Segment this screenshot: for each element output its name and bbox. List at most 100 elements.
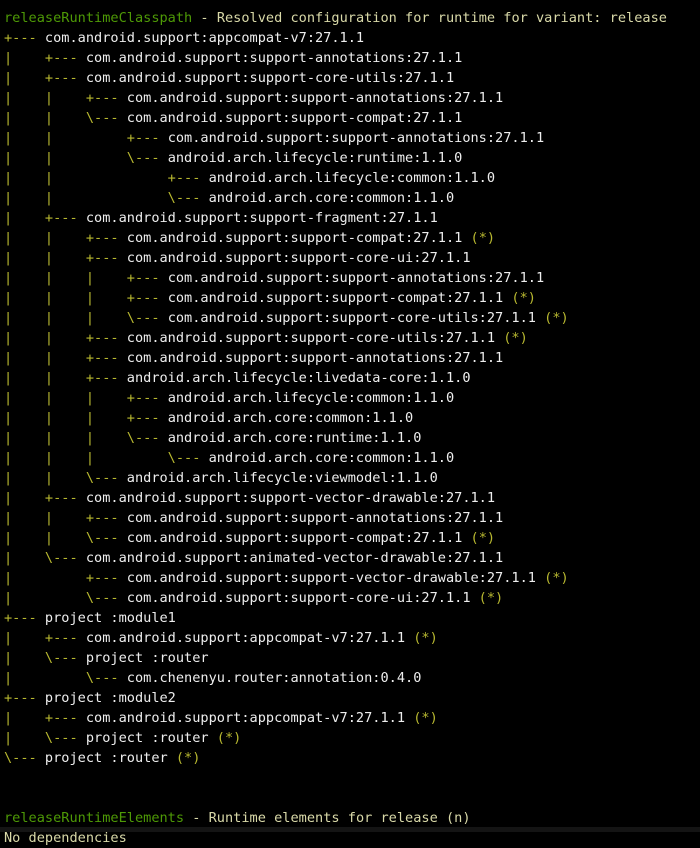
dependency-tree-output: releaseRuntimeClasspath - Resolved confi… <box>4 8 700 848</box>
tree-branch-glyph: | | +--- <box>4 230 127 246</box>
dependency-coordinate: com.android.support:support-annotations:… <box>126 90 504 106</box>
dependency-line: \--- project :router (*) <box>4 748 700 768</box>
configuration-separator: - <box>192 10 217 26</box>
dependency-line: | | \--- android.arch.core:common:1.1.0 <box>4 188 700 208</box>
configuration-name: releaseRuntimeElements <box>4 810 185 826</box>
tree-branch-glyph: | | \--- <box>4 150 168 166</box>
tree-branch-glyph: | | | +--- <box>4 390 168 406</box>
dependency-coordinate: com.android.support:support-core-utils:2… <box>85 70 455 86</box>
dependency-coordinate: com.chenenyu.router:annotation:0.4.0 <box>126 670 422 686</box>
dependency-coordinate: project :router <box>85 650 209 666</box>
dependency-coordinate: com.android.support:support-annotations:… <box>167 270 545 286</box>
dependency-coordinate: android.arch.core:common:1.1.0 <box>208 450 455 466</box>
tree-branch-glyph: | +--- <box>4 70 86 86</box>
dependency-coordinate: com.android.support:animated-vector-draw… <box>85 550 504 566</box>
tree-branch-glyph: | \--- <box>4 650 86 666</box>
dependency-coordinate: com.android.support:appcompat-v7:27.1.1 <box>44 30 365 46</box>
dependency-coordinate: com.android.support:appcompat-v7:27.1.1 <box>85 630 406 646</box>
dependency-coordinate: com.android.support:support-annotations:… <box>126 350 504 366</box>
dependency-line: | | +--- com.android.support:support-ann… <box>4 128 700 148</box>
dependency-coordinate: android.arch.core:runtime:1.1.0 <box>167 430 422 446</box>
tree-branch-glyph: | | | +--- <box>4 270 168 286</box>
dependency-line: | \--- project :router (*) <box>4 728 700 748</box>
dependency-coordinate: com.android.support:support-compat:27.1.… <box>126 530 463 546</box>
dependency-coordinate: com.android.support:support-annotations:… <box>126 510 504 526</box>
tree-branch-glyph: | | +--- <box>4 350 127 366</box>
configuration-description: Runtime elements for release (n) <box>208 810 471 826</box>
dependency-coordinate: com.android.support:support-compat:27.1.… <box>126 110 463 126</box>
tree-branch-glyph: | \--- <box>4 670 127 686</box>
dependency-line: | | | +--- android.arch.core:common:1.1.… <box>4 408 700 428</box>
dependency-coordinate: android.arch.lifecycle:common:1.1.0 <box>208 170 496 186</box>
dependency-line: | | +--- android.arch.lifecycle:common:1… <box>4 168 700 188</box>
tree-branch-glyph: | | +--- <box>4 510 127 526</box>
repeat-marker: (*) <box>462 530 496 546</box>
dependency-coordinate: android.arch.lifecycle:livedata-core:1.1… <box>126 370 471 386</box>
repeat-marker: (*) <box>405 630 438 646</box>
repeat-marker: (*) <box>535 310 569 326</box>
dependency-coordinate: com.android.support:support-vector-drawa… <box>126 570 536 586</box>
dependency-line: | | | \--- android.arch.core:runtime:1.1… <box>4 428 700 448</box>
tree-branch-glyph: | | +--- <box>4 330 127 346</box>
dependency-line: | | +--- com.android.support:support-cor… <box>4 248 700 268</box>
dependency-line: | | +--- com.android.support:support-cor… <box>4 328 700 348</box>
tree-branch-glyph: | | +--- <box>4 370 127 386</box>
dependency-coordinate: com.android.support:appcompat-v7:27.1.1 <box>85 710 406 726</box>
dependency-coordinate: android.arch.lifecycle:runtime:1.1.0 <box>167 150 463 166</box>
dependency-line: | | \--- com.android.support:support-com… <box>4 108 700 128</box>
configuration-name: releaseRuntimeClasspath <box>4 10 193 26</box>
dependency-line: | +--- com.android.support:appcompat-v7:… <box>4 628 700 648</box>
dependency-coordinate: android.arch.lifecycle:viewmodel:1.1.0 <box>126 470 438 486</box>
dependency-line: | +--- com.android.support:support-core-… <box>4 68 700 88</box>
dependency-line: +--- project :module1 <box>4 608 700 628</box>
dependency-line: | | | +--- com.android.support:support-c… <box>4 288 700 308</box>
terminal-output-pane[interactable]: releaseRuntimeClasspath - Resolved confi… <box>0 0 700 846</box>
tree-branch-glyph: | | +--- <box>4 90 127 106</box>
tree-branch-glyph: | | | +--- <box>4 290 168 306</box>
dependency-coordinate: com.android.support:support-core-utils:2… <box>167 310 536 326</box>
dependency-coordinate: com.android.support:support-vector-drawa… <box>85 490 496 506</box>
dependency-coordinate: project :module2 <box>44 690 176 706</box>
dependency-coordinate: android.arch.core:common:1.1.0 <box>208 190 455 206</box>
configuration-header-line: releaseRuntimeClasspath - Resolved confi… <box>4 8 700 28</box>
dependency-line: | +--- com.android.support:support-vecto… <box>4 568 700 588</box>
repeat-marker: (*) <box>503 290 536 306</box>
tree-branch-glyph: | \--- <box>4 730 86 746</box>
tree-branch-glyph: | | | \--- <box>4 450 209 466</box>
dependency-coordinate: com.android.support:support-core-ui:27.1… <box>126 250 471 266</box>
dependency-line: +--- com.android.support:appcompat-v7:27… <box>4 28 700 48</box>
dependency-line: | | | \--- com.android.support:support-c… <box>4 308 700 328</box>
configuration-description: Resolved configuration for runtime for v… <box>216 10 667 26</box>
dependency-line: | +--- com.android.support:support-annot… <box>4 48 700 68</box>
dependency-line: | | \--- com.android.support:support-com… <box>4 528 700 548</box>
dependency-line: | \--- com.android.support:support-core-… <box>4 588 700 608</box>
repeat-marker: (*) <box>405 710 438 726</box>
tree-branch-glyph: +--- <box>4 30 45 46</box>
tree-branch-glyph: | \--- <box>4 550 86 566</box>
tree-branch-glyph: | +--- <box>4 710 86 726</box>
dependency-line: | | | +--- android.arch.lifecycle:common… <box>4 388 700 408</box>
tree-branch-glyph: | | \--- <box>4 190 209 206</box>
tree-branch-glyph: | | | \--- <box>4 310 168 326</box>
dependency-line: | \--- project :router <box>4 648 700 668</box>
dependency-line: | | +--- com.android.support:support-ann… <box>4 348 700 368</box>
tree-branch-glyph: | +--- <box>4 630 86 646</box>
dependency-line: | +--- com.android.support:support-fragm… <box>4 208 700 228</box>
dependency-line: | | +--- com.android.support:support-com… <box>4 228 700 248</box>
dependency-line: | | \--- android.arch.lifecycle:runtime:… <box>4 148 700 168</box>
dependency-coordinate: project :router <box>44 750 168 766</box>
dependency-coordinate: com.android.support:support-annotations:… <box>85 50 463 66</box>
no-dependencies-text: No dependencies <box>4 830 127 846</box>
dependency-coordinate: android.arch.core:common:1.1.0 <box>167 410 414 426</box>
tree-branch-glyph: | | | \--- <box>4 430 168 446</box>
tree-branch-glyph: | +--- <box>4 570 127 586</box>
dependency-line: | +--- com.android.support:support-vecto… <box>4 488 700 508</box>
tree-branch-glyph: | | \--- <box>4 530 127 546</box>
dependency-line: | | | \--- android.arch.core:common:1.1.… <box>4 448 700 468</box>
repeat-marker: (*) <box>495 330 528 346</box>
dependency-line: | \--- com.android.support:animated-vect… <box>4 548 700 568</box>
configuration-separator: - <box>184 810 209 826</box>
window-bottom-edge <box>0 827 700 832</box>
